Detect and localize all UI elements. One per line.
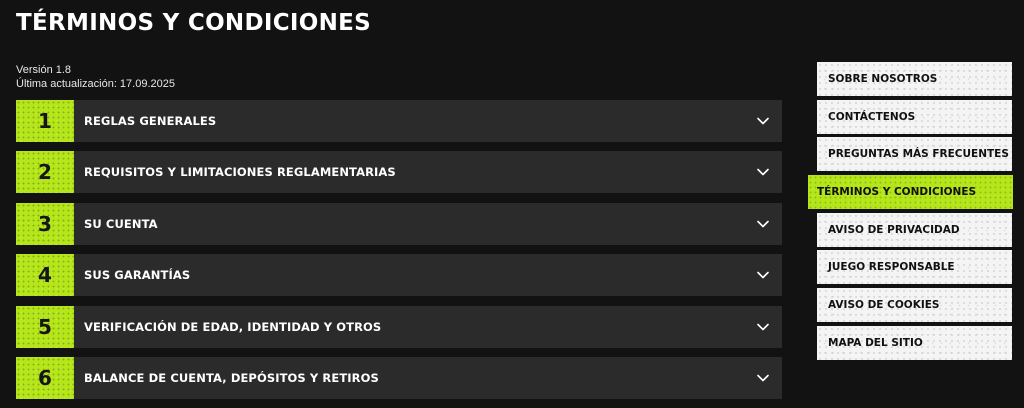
section-title: SU CUENTA <box>84 216 158 231</box>
chevron-down-icon[interactable] <box>756 165 770 179</box>
nav-item-aviso-cookies[interactable]: AVISO DE COOKIES <box>817 288 1012 323</box>
section-number: 2 <box>16 151 74 194</box>
accordion-item-6[interactable]: 6 BALANCE DE CUENTA, DEPÓSITOS Y RETIROS <box>16 356 782 399</box>
section-number: 4 <box>16 254 74 297</box>
chevron-down-icon[interactable] <box>756 217 770 231</box>
accordion-item-4[interactable]: 4 SUS GARANTÍAS <box>16 254 782 297</box>
section-title: BALANCE DE CUENTA, DEPÓSITOS Y RETIROS <box>84 370 379 385</box>
accordion-item-3[interactable]: 3 SU CUENTA <box>16 202 782 245</box>
page-title: TÉRMINOS Y CONDICIONES <box>16 10 372 36</box>
document-meta: Versión 1.8 Última actualización: 17.09.… <box>16 63 175 91</box>
section-number: 6 <box>16 356 74 399</box>
terms-accordion: 1 REGLAS GENERALES 2 REQUISITOS Y LIMITA… <box>16 100 782 408</box>
chevron-down-icon[interactable] <box>756 268 770 282</box>
version-text: Versión 1.8 <box>16 64 72 76</box>
nav-item-aviso-privacidad[interactable]: AVISO DE PRIVACIDAD <box>817 212 1012 247</box>
section-title: REQUISITOS Y LIMITACIONES REGLAMENTARIAS <box>84 165 396 180</box>
nav-item-preguntas-frecuentes[interactable]: PREGUNTAS MÁS FRECUENTES <box>817 137 1012 172</box>
chevron-down-icon[interactable] <box>756 371 770 385</box>
nav-item-contactenos[interactable]: CONTÁCTENOS <box>817 99 1012 134</box>
section-title: SUS GARANTÍAS <box>84 268 191 283</box>
section-number: 5 <box>16 305 74 348</box>
accordion-item-2[interactable]: 2 REQUISITOS Y LIMITACIONES REGLAMENTARI… <box>16 151 782 194</box>
section-number: 1 <box>16 100 74 142</box>
last-update-text: Última actualización: 17.09.2025 <box>16 78 175 90</box>
side-nav: SOBRE NOSOTROS CONTÁCTENOS PREGUNTAS MÁS… <box>808 62 1013 364</box>
accordion-item-1[interactable]: 1 REGLAS GENERALES <box>16 100 782 142</box>
nav-item-terminos-condiciones[interactable]: TÉRMINOS Y CONDICIONES <box>808 175 1013 210</box>
accordion-item-5[interactable]: 5 VERIFICACIÓN DE EDAD, IDENTIDAD Y OTRO… <box>16 305 782 348</box>
nav-item-mapa-sitio[interactable]: MAPA DEL SITIO <box>817 325 1012 360</box>
chevron-down-icon[interactable] <box>756 320 770 334</box>
section-number: 3 <box>16 202 74 245</box>
section-title: REGLAS GENERALES <box>84 114 217 128</box>
chevron-down-icon[interactable] <box>756 114 770 128</box>
nav-item-juego-responsable[interactable]: JUEGO RESPONSABLE <box>817 250 1012 285</box>
section-title: VERIFICACIÓN DE EDAD, IDENTIDAD Y OTROS <box>84 319 382 334</box>
nav-item-sobre-nosotros[interactable]: SOBRE NOSOTROS <box>817 62 1012 96</box>
